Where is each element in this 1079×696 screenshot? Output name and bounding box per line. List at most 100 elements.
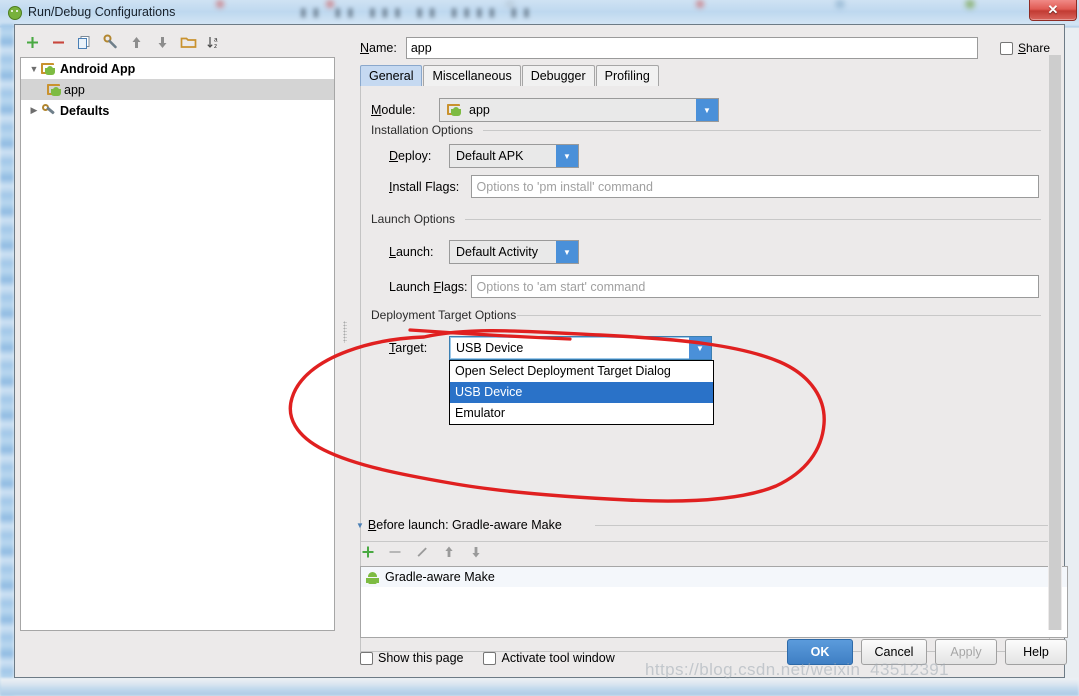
tab-debugger[interactable]: Debugger bbox=[521, 65, 595, 86]
backdrop-bottom-strip bbox=[0, 678, 1079, 696]
tree-item-label: Android App bbox=[60, 61, 136, 76]
dropdown-item-usb-device[interactable]: USB Device bbox=[450, 382, 713, 403]
chevron-down-icon[interactable]: ▼ bbox=[556, 145, 578, 167]
deploy-label: Deploy: bbox=[389, 149, 432, 163]
android-folder-icon bbox=[47, 83, 63, 97]
share-checkbox-box[interactable] bbox=[999, 41, 1013, 55]
list-item[interactable]: Gradle-aware Make bbox=[361, 567, 1067, 587]
before-launch-title: Before launch: Gradle-aware Make bbox=[367, 518, 562, 532]
remove-task-icon[interactable] bbox=[387, 544, 404, 561]
target-combobox[interactable]: USB Device ▼ bbox=[449, 336, 712, 360]
installation-options-group: Installation Options bbox=[371, 123, 1041, 137]
module-combobox-value: app bbox=[469, 103, 490, 117]
launch-flags-row: Launch Flags: bbox=[389, 275, 1039, 298]
edit-defaults-wrench-icon[interactable] bbox=[102, 34, 119, 51]
launch-label: Launch: bbox=[389, 245, 434, 259]
launch-flags-label: Launch Flags: bbox=[389, 279, 468, 294]
copy-icon[interactable] bbox=[76, 34, 93, 51]
configuration-editor-pane: Name: Share General Miscellaneous Debugg… bbox=[352, 29, 1068, 665]
android-folder-icon bbox=[447, 103, 463, 117]
wrench-icon bbox=[41, 103, 57, 118]
module-label: Module: bbox=[371, 103, 416, 117]
run-debug-configurations-dialog: a z ▼ Android App app ▶ Defaults Name: a… bbox=[14, 24, 1068, 678]
chevron-down-icon[interactable]: ▼ bbox=[356, 521, 364, 530]
share-checkbox[interactable]: Share bbox=[999, 41, 1050, 55]
folder-icon[interactable] bbox=[180, 34, 197, 51]
pane-splitter[interactable] bbox=[340, 29, 350, 632]
remove-icon[interactable] bbox=[50, 34, 67, 51]
target-dropdown-list[interactable]: Open Select Deployment Target Dialog USB… bbox=[449, 360, 714, 425]
tab-general[interactable]: General bbox=[360, 65, 423, 86]
splitter-grip[interactable] bbox=[343, 321, 347, 343]
tree-item-defaults[interactable]: ▶ Defaults bbox=[21, 100, 334, 121]
before-launch-toolbar bbox=[360, 544, 485, 561]
tab-miscellaneous[interactable]: Miscellaneous bbox=[423, 65, 521, 86]
launch-row: Launch: Default Activity ▼ bbox=[389, 240, 579, 264]
android-bugdroid-icon bbox=[366, 571, 379, 584]
target-label: Target: bbox=[389, 341, 428, 355]
chevron-right-icon[interactable]: ▶ bbox=[27, 105, 41, 116]
tree-item-label: Defaults bbox=[60, 103, 110, 118]
add-icon[interactable] bbox=[24, 34, 41, 51]
edit-task-pencil-icon[interactable] bbox=[414, 544, 431, 561]
module-combobox[interactable]: app ▼ bbox=[439, 98, 719, 122]
configurations-tree[interactable]: ▼ Android App app ▶ Defaults bbox=[20, 57, 335, 631]
section-divider bbox=[361, 541, 1049, 542]
scrollbar-thumb[interactable] bbox=[1049, 55, 1061, 630]
install-flags-label: Install Flags: bbox=[389, 179, 460, 194]
help-button[interactable]: Help bbox=[1005, 639, 1067, 665]
title-bar: Run/Debug Configurations ✕ bbox=[0, 0, 1079, 24]
module-row: Module: app ▼ bbox=[371, 98, 719, 122]
tree-item-label: app bbox=[64, 82, 85, 97]
deployment-target-options-title: Deployment Target Options bbox=[371, 308, 523, 322]
list-item-label: Gradle-aware Make bbox=[385, 570, 495, 584]
launch-options-group: Launch Options bbox=[371, 212, 1041, 226]
add-task-icon[interactable] bbox=[360, 544, 377, 561]
configurations-toolbar: a z bbox=[20, 29, 337, 55]
deploy-combobox-value: Default APK bbox=[456, 149, 524, 163]
before-launch-header[interactable]: ▼ Before launch: Gradle-aware Make bbox=[356, 518, 562, 532]
move-task-up-icon[interactable] bbox=[441, 544, 458, 561]
name-row: Name: Share bbox=[360, 37, 1050, 59]
target-row: Target: USB Device ▼ bbox=[389, 336, 712, 360]
move-down-icon[interactable] bbox=[154, 34, 171, 51]
config-tabs: General Miscellaneous Debugger Profiling bbox=[360, 65, 660, 86]
chevron-down-icon[interactable]: ▼ bbox=[696, 99, 718, 121]
deploy-combobox[interactable]: Default APK ▼ bbox=[449, 144, 579, 168]
before-launch-divider bbox=[595, 525, 1057, 526]
android-head-icon bbox=[6, 4, 22, 20]
window-title: Run/Debug Configurations bbox=[28, 5, 176, 19]
tab-profiling[interactable]: Profiling bbox=[595, 65, 659, 86]
launch-combobox[interactable]: Default Activity ▼ bbox=[449, 240, 579, 264]
move-up-icon[interactable] bbox=[128, 34, 145, 51]
install-flags-input[interactable] bbox=[470, 175, 1039, 198]
chevron-down-icon[interactable]: ▼ bbox=[689, 337, 711, 359]
share-label: Share bbox=[1017, 41, 1050, 55]
android-folder-icon bbox=[41, 62, 57, 76]
installation-options-title: Installation Options bbox=[371, 123, 480, 137]
launch-flags-input[interactable] bbox=[470, 275, 1039, 298]
move-task-down-icon[interactable] bbox=[468, 544, 485, 561]
backdrop-left-strip bbox=[0, 24, 14, 696]
launch-combobox-value: Default Activity bbox=[456, 245, 538, 259]
name-input[interactable] bbox=[405, 37, 978, 59]
svg-text:z: z bbox=[214, 43, 217, 50]
chevron-down-icon[interactable]: ▼ bbox=[27, 64, 41, 74]
sort-alphabetically-icon[interactable]: a z bbox=[206, 34, 223, 51]
before-launch-task-list[interactable]: Gradle-aware Make bbox=[360, 566, 1068, 638]
target-combobox-value: USB Device bbox=[456, 341, 524, 355]
screen: ▮▮ ▮▮ ▮▮▮ ▮▮ ▮▮▮▮ ▮▮ Run/Debug Configura… bbox=[0, 0, 1079, 696]
tree-item-app[interactable]: app bbox=[21, 79, 334, 100]
configurations-pane: a z ▼ Android App app ▶ Defaults bbox=[20, 29, 337, 632]
dropdown-item-open-select-deployment-target-dialog[interactable]: Open Select Deployment Target Dialog bbox=[450, 361, 713, 382]
dropdown-item-emulator[interactable]: Emulator bbox=[450, 403, 713, 424]
dialog-scrollbar[interactable] bbox=[1048, 55, 1062, 630]
launch-options-title: Launch Options bbox=[371, 212, 462, 226]
chevron-down-icon[interactable]: ▼ bbox=[556, 241, 578, 263]
tree-item-android-app[interactable]: ▼ Android App bbox=[21, 58, 334, 79]
close-icon[interactable]: ✕ bbox=[1029, 0, 1077, 21]
name-label: Name: bbox=[360, 41, 397, 55]
install-flags-row: Install Flags: bbox=[389, 175, 1039, 198]
deployment-target-options-group: Deployment Target Options bbox=[371, 308, 1041, 322]
watermark: https://blog.csdn.net/weixin_43512391 bbox=[645, 660, 950, 679]
